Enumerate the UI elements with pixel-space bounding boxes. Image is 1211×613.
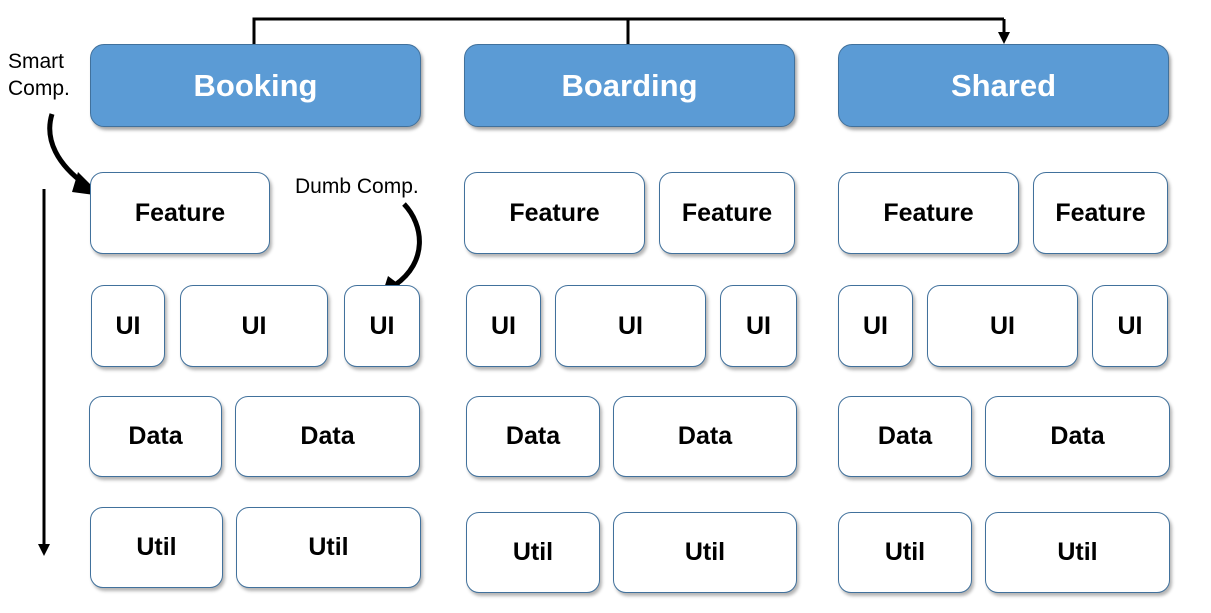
util-box[interactable]: Util (90, 507, 223, 588)
box-label: Data (505, 422, 561, 450)
ui-box[interactable]: UI (180, 285, 328, 367)
box-label: Data (1050, 422, 1105, 450)
ui-box[interactable]: UI (927, 285, 1078, 367)
box-label: Feature (681, 198, 773, 227)
util-box[interactable]: Util (466, 512, 600, 593)
box-label: Util (1057, 538, 1098, 566)
box-label: UI (990, 311, 1015, 340)
ui-box[interactable]: UI (344, 285, 420, 367)
box-label: UI (746, 311, 771, 340)
ui-box[interactable]: UI (1092, 285, 1168, 367)
box-label: Feature (1055, 198, 1146, 227)
box-label: UI (115, 311, 141, 340)
smart-comp-arrow (47, 113, 88, 188)
smart-comp-label: Smart Comp. (8, 50, 70, 100)
layer-direction-arrowhead (38, 544, 50, 556)
arrowhead-shared (998, 32, 1010, 44)
module-shared[interactable]: Shared (838, 44, 1169, 127)
util-box[interactable]: Util (985, 512, 1170, 593)
box-label: Util (308, 533, 349, 561)
dependency-line-top (252, 17, 1004, 44)
box-label: UI (863, 311, 888, 340)
data-box[interactable]: Data (985, 396, 1170, 477)
ui-box[interactable]: UI (555, 285, 706, 367)
box-label: Data (128, 422, 183, 450)
ui-box[interactable]: UI (838, 285, 913, 367)
box-label: UI (369, 311, 395, 340)
box-label: UI (618, 311, 643, 340)
box-label: UI (1117, 311, 1143, 340)
box-label: Feature (134, 198, 226, 227)
box-label: Feature (509, 198, 600, 227)
feature-box[interactable]: Feature (1033, 172, 1168, 254)
module-title: Booking (193, 67, 318, 103)
box-label: Feature (883, 198, 974, 227)
util-box[interactable]: Util (613, 512, 797, 593)
box-label: Util (512, 538, 554, 566)
ui-box[interactable]: UI (720, 285, 797, 367)
ui-box[interactable]: UI (91, 285, 165, 367)
feature-box[interactable]: Feature (838, 172, 1019, 254)
box-label: Util (136, 533, 177, 561)
module-title: Boarding (561, 67, 698, 103)
module-boarding[interactable]: Boarding (464, 44, 795, 127)
data-box[interactable]: Data (235, 396, 420, 477)
module-title: Shared (950, 67, 1057, 103)
box-label: UI (491, 311, 516, 340)
data-box[interactable]: Data (466, 396, 600, 477)
module-booking[interactable]: Booking (90, 44, 421, 127)
feature-box[interactable]: Feature (464, 172, 645, 254)
box-label: Data (300, 422, 355, 450)
feature-box[interactable]: Feature (659, 172, 795, 254)
util-box[interactable]: Util (838, 512, 972, 593)
data-box[interactable]: Data (613, 396, 797, 477)
feature-box[interactable]: Feature (90, 172, 270, 254)
util-box[interactable]: Util (236, 507, 421, 588)
box-label: Data (677, 422, 733, 450)
box-label: Data (877, 422, 933, 450)
dumb-comp-label: Dumb Comp. (295, 175, 419, 198)
ui-box[interactable]: UI (466, 285, 541, 367)
data-box[interactable]: Data (89, 396, 222, 477)
box-label: UI (241, 311, 267, 340)
box-label: Util (684, 538, 726, 566)
dumb-comp-arrow (393, 202, 422, 288)
data-box[interactable]: Data (838, 396, 972, 477)
box-label: Util (884, 538, 926, 566)
